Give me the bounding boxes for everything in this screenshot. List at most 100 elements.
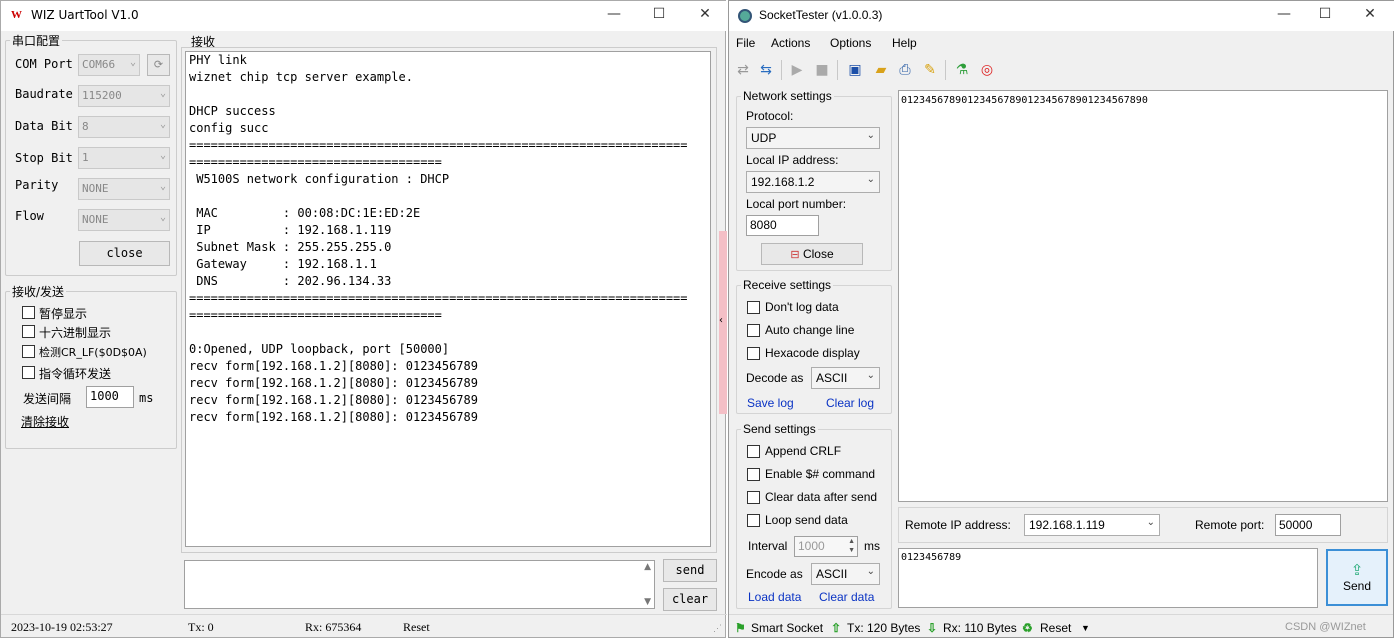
open-folder-icon[interactable]: ▰ <box>871 60 891 80</box>
hex-display-checkbox[interactable] <box>22 325 35 338</box>
parity-select[interactable]: NONE ⌄ <box>78 178 170 200</box>
clear-recv-link[interactable]: 清除接收 <box>21 413 69 430</box>
resize-grip-icon[interactable]: ⋰ <box>713 623 722 634</box>
close-icon[interactable]: ✕ <box>690 6 720 26</box>
socket-app-icon <box>738 9 752 23</box>
baudrate-select[interactable]: 115200 ⌄ <box>78 85 170 107</box>
minimize-icon[interactable]: — <box>1269 6 1299 26</box>
com-port-select[interactable]: COM66 ⌄ <box>78 54 140 76</box>
recv-line: =================================== <box>189 308 442 322</box>
close-port-button[interactable]: close <box>79 241 170 266</box>
send-data-button[interactable]: ⇪ Send <box>1326 549 1388 606</box>
local-port-input[interactable]: 8080 <box>746 215 819 236</box>
decode-label: Decode as <box>746 371 804 385</box>
interval-input[interactable]: 1000 ▲ ▼ <box>794 536 858 557</box>
hexcode-display-checkbox[interactable] <box>747 347 760 360</box>
menu-help[interactable]: Help <box>892 36 917 50</box>
local-ip-select[interactable]: 192.168.1.2 ⌄ <box>746 171 880 193</box>
pause-display-checkbox[interactable] <box>22 306 35 319</box>
collapse-arrow-icon[interactable]: ‹ <box>719 315 723 326</box>
save-log-link[interactable]: Save log <box>747 396 794 410</box>
flow-label: Flow <box>15 209 44 223</box>
send-settings-legend: Send settings <box>743 422 816 436</box>
stop-bit-select[interactable]: 1 ⌄ <box>78 147 170 169</box>
print-icon[interactable]: ⎙ <box>895 60 915 80</box>
rxtx-legend: 接收/发送 <box>12 285 65 299</box>
receive-settings-legend: Receive settings <box>743 278 832 292</box>
status-reset[interactable]: Reset <box>1040 621 1071 635</box>
local-port-label: Local port number: <box>746 197 847 211</box>
clear-broom-icon[interactable]: ✎ <box>920 60 940 80</box>
connect-icon[interactable]: ⇄ <box>733 60 753 80</box>
spinner-icon[interactable]: ▲ ▼ <box>848 537 855 555</box>
remote-ip-select[interactable]: 192.168.1.119 ⌄ <box>1024 514 1160 536</box>
flow-select[interactable]: NONE ⌄ <box>78 209 170 231</box>
recv-line: wiznet chip tcp server example. <box>189 70 413 84</box>
data-bit-select[interactable]: 8 ⌄ <box>78 116 170 138</box>
maximize-icon[interactable]: ☐ <box>644 6 674 26</box>
close-socket-label: Close <box>802 247 834 261</box>
recv-line: recv form[192.168.1.2][8080]: 0123456789 <box>189 359 478 373</box>
enable-cmd-checkbox[interactable] <box>747 468 760 481</box>
minimize-icon[interactable]: — <box>599 6 629 26</box>
tx-arrow-icon: ⇧ <box>831 621 842 635</box>
reset-dropdown-icon[interactable]: ▼ <box>1081 623 1090 633</box>
clear-after-send-checkbox[interactable] <box>747 491 760 504</box>
clear-button[interactable]: clear <box>663 588 717 611</box>
loop-send-checkbox[interactable] <box>22 366 35 379</box>
append-crlf-label: Append CRLF <box>765 444 842 458</box>
recv-line <box>186 188 710 205</box>
recv-line: config succ <box>189 121 269 135</box>
socket-title-bar[interactable]: SocketTester (v1.0.0.3) — ☐ ✕ <box>729 1 1394 31</box>
send-interval-input[interactable]: 1000 <box>86 386 134 408</box>
refresh-ports-icon[interactable]: ⟳ <box>147 54 170 76</box>
loop-send-checkbox[interactable] <box>747 514 760 527</box>
remote-port-label: Remote port: <box>1195 518 1265 532</box>
status-rx: Rx: 675364 <box>305 620 362 634</box>
recv-line: ========================================… <box>189 138 688 152</box>
load-data-link[interactable]: Load data <box>748 590 801 604</box>
save-icon[interactable]: ▣ <box>845 60 865 80</box>
dont-log-checkbox[interactable] <box>747 301 760 314</box>
hexcode-display-label: Hexacode display <box>765 346 860 360</box>
toolbar-separator <box>781 60 782 80</box>
scroll-down-icon[interactable]: ▼ <box>644 597 651 607</box>
menu-file[interactable]: File <box>736 36 755 50</box>
clear-data-link[interactable]: Clear data <box>819 590 874 604</box>
clear-log-link[interactable]: Clear log <box>826 396 874 410</box>
decode-select[interactable]: ASCII ⌄ <box>811 367 880 389</box>
auto-change-line-checkbox[interactable] <box>747 324 760 337</box>
scroll-up-icon[interactable]: ▲ <box>644 562 651 572</box>
recv-textarea[interactable]: PHY link wiznet chip tcp server example. D… <box>185 51 711 547</box>
protocol-label: Protocol: <box>746 109 794 123</box>
send-data-textarea[interactable]: 0123456789 <box>898 548 1318 608</box>
send-button[interactable]: send <box>663 559 717 582</box>
close-socket-button[interactable]: ⊟ Close <box>761 243 863 265</box>
dont-log-label: Don't log data <box>765 300 839 314</box>
send-textarea[interactable]: ▲ ▼ <box>184 560 655 609</box>
socket-status-bar: ⚑ Smart Socket ⇧ Tx: 120 Bytes ⇩ Rx: 110… <box>729 614 1393 638</box>
append-crlf-checkbox[interactable] <box>747 445 760 458</box>
remote-port-input[interactable]: 50000 <box>1275 514 1341 536</box>
test-flask-icon[interactable]: ⚗ <box>952 60 972 80</box>
menu-actions[interactable]: Actions <box>771 36 810 50</box>
menu-options[interactable]: Options <box>830 36 871 50</box>
close-icon[interactable]: ✕ <box>1355 6 1385 26</box>
watermark-text: CSDN @WIZnet <box>1285 621 1366 633</box>
detect-crlf-checkbox[interactable] <box>22 345 35 358</box>
parity-label: Parity <box>15 178 59 192</box>
status-datetime: 2023-10-19 02:53:27 <box>11 620 113 634</box>
uart-title-bar[interactable]: W WIZ UartTool V1.0 — ☐ ✕ <box>1 1 727 31</box>
recv-line: MAC : 00:08:DC:1E:ED:2E <box>189 206 421 220</box>
encode-select[interactable]: ASCII ⌄ <box>811 563 880 585</box>
help-lifebuoy-icon[interactable]: ◎ <box>977 60 997 80</box>
status-tx: Tx: 120 Bytes <box>847 621 921 635</box>
stop-icon[interactable]: ■ <box>812 60 832 80</box>
socket-window-title: SocketTester (v1.0.0.3) <box>759 8 883 22</box>
status-reset[interactable]: Reset <box>403 620 430 635</box>
received-data-area[interactable]: 0123456789012345678901234567890123456789… <box>898 90 1388 502</box>
protocol-select[interactable]: UDP ⌄ <box>746 127 880 149</box>
disconnect-icon[interactable]: ⇆ <box>756 60 776 80</box>
maximize-icon[interactable]: ☐ <box>1310 6 1340 26</box>
send-file-icon[interactable]: ▶ <box>787 60 807 80</box>
